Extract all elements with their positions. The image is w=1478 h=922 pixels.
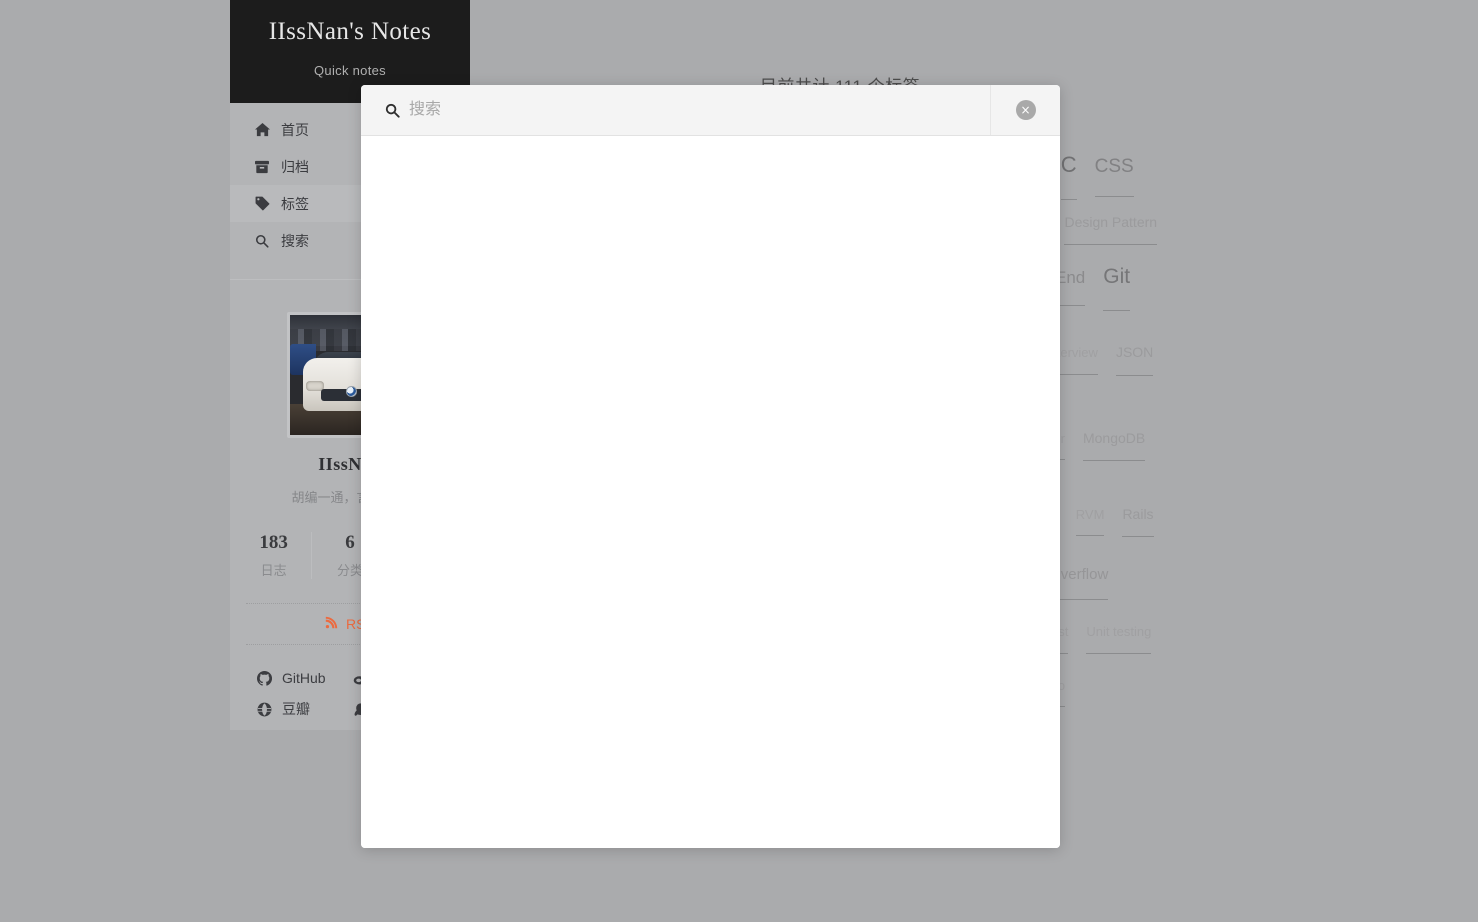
close-icon: × (1016, 100, 1036, 120)
close-search-button[interactable]: × (990, 85, 1060, 135)
search-modal-header: × (361, 85, 1060, 136)
search-modal: × (361, 85, 1060, 848)
search-input[interactable] (409, 85, 990, 135)
search-results-panel (361, 136, 1060, 848)
search-icon (381, 103, 403, 118)
